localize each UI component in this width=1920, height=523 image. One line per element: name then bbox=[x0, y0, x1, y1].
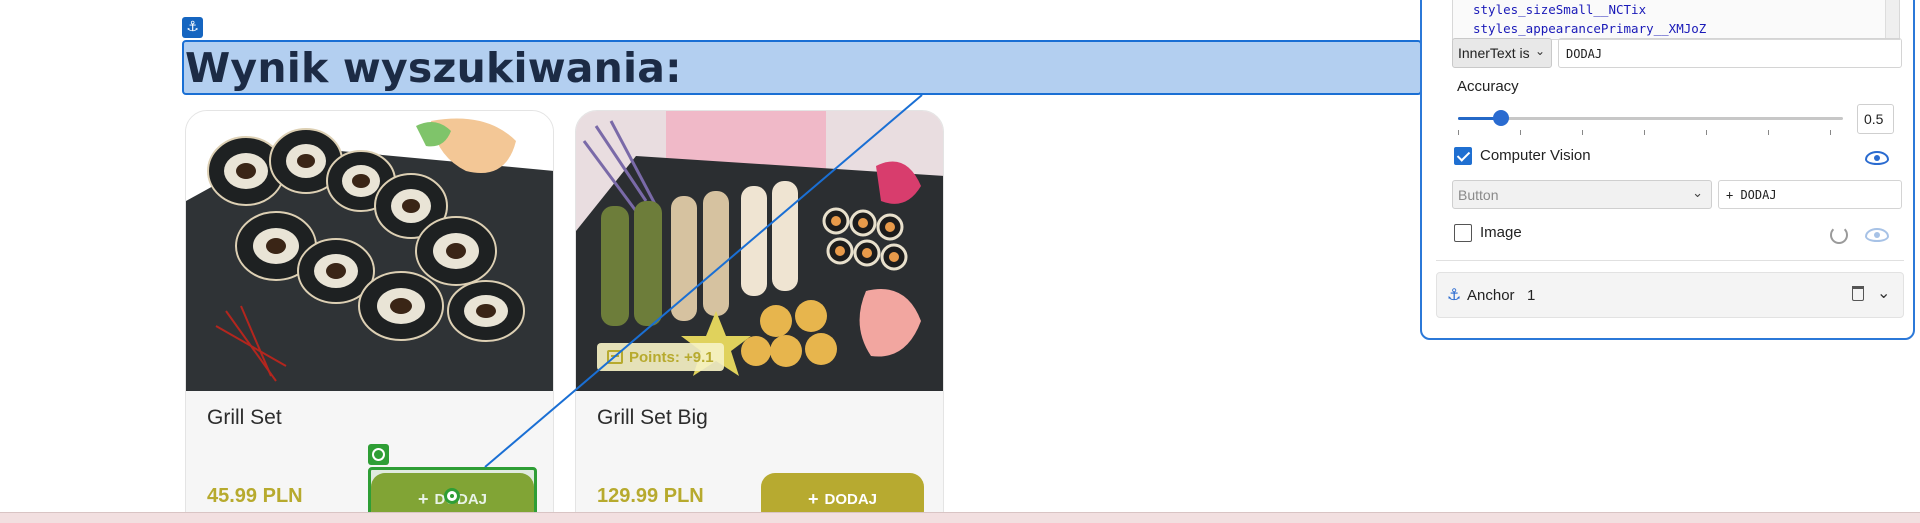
vision-type-label: Button bbox=[1458, 187, 1499, 203]
accuracy-slider-track[interactable] bbox=[1458, 117, 1843, 120]
slider-tick bbox=[1830, 130, 1831, 135]
accuracy-label: Accuracy bbox=[1457, 78, 1519, 95]
eye-icon[interactable] bbox=[1865, 228, 1889, 242]
add-button-label: DODAJ bbox=[824, 490, 878, 508]
anchor-marker-icon: ⚓ bbox=[182, 17, 203, 38]
divider bbox=[1436, 260, 1904, 261]
accuracy-slider-thumb[interactable] bbox=[1492, 110, 1509, 126]
product-price: 129.99 PLN bbox=[597, 485, 704, 507]
vision-text-input[interactable]: + DODAJ bbox=[1718, 180, 1902, 209]
points-icon bbox=[607, 350, 623, 364]
selector-code-box[interactable]: styles_sizeSmall__NCTix styles_appearanc… bbox=[1452, 0, 1900, 40]
slider-tick bbox=[1768, 130, 1769, 135]
slider-tick bbox=[1644, 130, 1645, 135]
innertext-condition-label: InnerText is bbox=[1458, 45, 1530, 61]
points-badge: Points: +9.1 bbox=[597, 343, 724, 371]
computer-vision-label: Computer Vision bbox=[1480, 147, 1591, 164]
slider-tick bbox=[1520, 130, 1521, 135]
code-line: styles_sizeSmall__NCTix bbox=[1473, 2, 1647, 17]
vision-type-select[interactable]: Button ⌄ bbox=[1452, 180, 1712, 209]
bottom-strip bbox=[0, 512, 1920, 523]
refresh-icon[interactable] bbox=[1830, 226, 1848, 244]
page-title: Wynik wyszukiwania: bbox=[185, 44, 682, 92]
anchor-count: 1 bbox=[1527, 287, 1536, 304]
code-line: styles_appearancePrimary__XMJoZ bbox=[1473, 21, 1707, 36]
product-price: 45.99 PLN bbox=[207, 485, 303, 507]
accuracy-value-input[interactable]: 0.5 bbox=[1857, 104, 1894, 134]
slider-tick bbox=[1582, 130, 1583, 135]
anchor-icon: ⚓ bbox=[1447, 285, 1462, 304]
anchor-label: Anchor bbox=[1467, 287, 1515, 304]
chevron-down-icon[interactable]: ⌄ bbox=[1877, 283, 1890, 302]
innertext-condition-select[interactable]: InnerText is ⌄ bbox=[1452, 38, 1552, 68]
product-title: Grill Set bbox=[207, 406, 282, 429]
target-icon bbox=[368, 444, 389, 465]
image-label: Image bbox=[1480, 224, 1522, 241]
slider-tick bbox=[1458, 130, 1459, 135]
chevron-down-icon: ⌄ bbox=[1692, 185, 1703, 200]
slider-tick bbox=[1706, 130, 1707, 135]
chevron-down-icon: ⌄ bbox=[1534, 44, 1545, 58]
product-title: Grill Set Big bbox=[597, 406, 708, 429]
eye-icon[interactable] bbox=[1865, 151, 1889, 165]
points-badge-text: Points: +9.1 bbox=[629, 348, 714, 366]
code-scrollbar[interactable] bbox=[1885, 0, 1899, 39]
computer-vision-checkbox[interactable] bbox=[1454, 147, 1472, 165]
innertext-value-input[interactable]: DODAJ bbox=[1558, 38, 1902, 68]
image-checkbox[interactable] bbox=[1454, 224, 1472, 242]
inspector-panel: styles_sizeSmall__NCTix styles_appearanc… bbox=[1420, 0, 1915, 340]
target-center-icon bbox=[444, 488, 460, 504]
anchor-row[interactable]: ⚓ Anchor 1 ⌄ bbox=[1436, 272, 1904, 318]
product-card: Points: +9.1 Grill Set Big 129.99 PLN + … bbox=[575, 110, 944, 523]
plus-icon: + bbox=[807, 489, 819, 509]
product-image bbox=[186, 111, 553, 391]
trash-icon[interactable] bbox=[1852, 286, 1864, 301]
